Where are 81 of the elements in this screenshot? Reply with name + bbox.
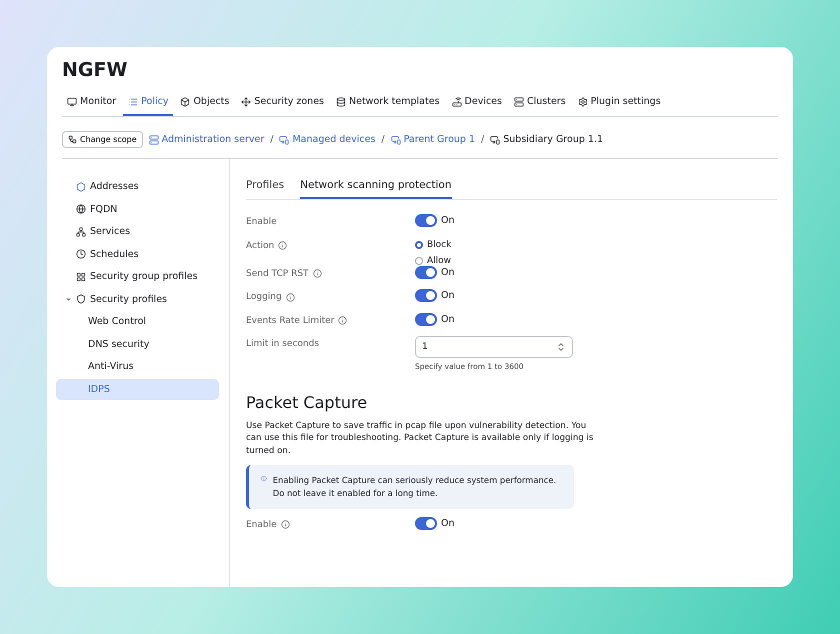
info-icon [286, 292, 295, 302]
toggle-switch[interactable] [415, 214, 437, 227]
stepper-icon [556, 342, 566, 352]
caret-icon[interactable] [65, 296, 72, 303]
sidebar-item[interactable]: Services [56, 221, 219, 242]
info-icon [280, 520, 290, 530]
toggle-switch[interactable] [415, 266, 437, 278]
toggle-state: On [441, 266, 454, 278]
device-icon [390, 134, 401, 144]
tab-icon [336, 96, 346, 106]
field-label: Enable [246, 217, 277, 227]
breadcrumb-separator: / [381, 134, 385, 145]
device-icon [279, 134, 290, 144]
section-title: Packet Capture [246, 393, 368, 412]
nav-tab[interactable]: Network templates [331, 91, 445, 116]
nav-tab[interactable]: Policy [123, 91, 174, 116]
tab-icon [452, 96, 462, 106]
nav-tab[interactable]: Objects [175, 91, 234, 116]
sidebar-item[interactable]: DNS security [56, 334, 219, 355]
toggle-state: On [441, 215, 454, 226]
sidebar-item[interactable]: Schedules [56, 244, 219, 265]
tab-icon [578, 96, 588, 106]
tab-icon [67, 96, 77, 106]
radio-option[interactable]: Allow [415, 254, 777, 266]
notice-text: Enabling Packet Capture can seriously reduce system performance. Do not leave it enabled for a long time. [272, 474, 558, 500]
tab-icon [128, 96, 138, 106]
sidebar-item[interactable]: FQDN [56, 198, 219, 220]
sidebar-item[interactable]: Addresses [56, 176, 219, 198]
content-tab[interactable]: Profiles [246, 175, 284, 199]
breadcrumb-link[interactable]: Managed devices [279, 134, 376, 145]
item-icon [76, 182, 86, 192]
sidebar-item[interactable]: Anti-Virus [56, 356, 219, 378]
item-icon [76, 226, 86, 237]
change-scope-button[interactable]: Change scope [62, 131, 143, 148]
item-icon [76, 249, 86, 260]
info-icon [278, 241, 288, 250]
toggle-state: On [441, 518, 454, 529]
device-icon [490, 134, 500, 144]
field-label: Logging [246, 292, 282, 302]
tab-icon [180, 96, 190, 106]
toggle-switch[interactable] [415, 516, 437, 530]
breadcrumb-link[interactable]: Parent Group 1 [390, 134, 476, 145]
tab-icon [241, 96, 252, 106]
breadcrumb-separator: / [270, 134, 274, 145]
breadcrumb-link[interactable]: Subsidiary Group 1.1 [490, 134, 603, 145]
number-field[interactable]: 1 [415, 336, 573, 358]
nav-tab[interactable]: Security zones [236, 91, 329, 116]
field-label: Action [246, 240, 274, 250]
sidebar-item[interactable]: Security group profiles [56, 266, 219, 288]
nav-tab[interactable]: Plugin settings [572, 91, 666, 116]
toggle-switch[interactable] [415, 312, 437, 326]
nav-tab[interactable]: Devices [446, 91, 507, 116]
toggle-switch[interactable] [415, 289, 437, 302]
app-title: NGFW [61, 58, 128, 83]
radio-button[interactable] [415, 240, 423, 248]
item-icon [76, 272, 86, 282]
info-icon [338, 316, 348, 325]
nav-tab[interactable]: Clusters [508, 91, 571, 116]
field-label: Enable [246, 520, 277, 530]
field-label: Events Rate Limiter [246, 316, 334, 326]
breadcrumb-link[interactable]: Administration server [148, 134, 264, 145]
nav-tab[interactable]: Monitor [62, 91, 122, 116]
item-icon [76, 294, 86, 304]
sidebar-item[interactable]: IDPS [56, 378, 219, 400]
device-icon [148, 134, 159, 144]
item-icon [76, 204, 86, 214]
radio-button[interactable] [415, 256, 423, 264]
sidebar-item[interactable]: Security profiles [56, 288, 219, 310]
breadcrumb-separator: / [481, 134, 484, 145]
section-description: Use Packet Capture to save traffic in pcap file upon vulnerability detection. You can use this file for troubleshooting. Packet Capture is available only if logging is turned on. [246, 420, 594, 458]
scope-icon [68, 135, 77, 144]
info-icon [261, 474, 267, 484]
toggle-state: On [441, 290, 454, 301]
field-label: Send TCP RST [246, 268, 309, 278]
info-icon [312, 269, 322, 278]
content-tab[interactable]: Network scanning protection [300, 175, 452, 199]
toggle-state: On [441, 314, 454, 324]
tab-icon [514, 96, 524, 106]
sidebar-item[interactable]: Web Control [56, 311, 219, 332]
radio-option[interactable]: Block [415, 238, 777, 250]
field-label: Limit in seconds [246, 339, 320, 349]
